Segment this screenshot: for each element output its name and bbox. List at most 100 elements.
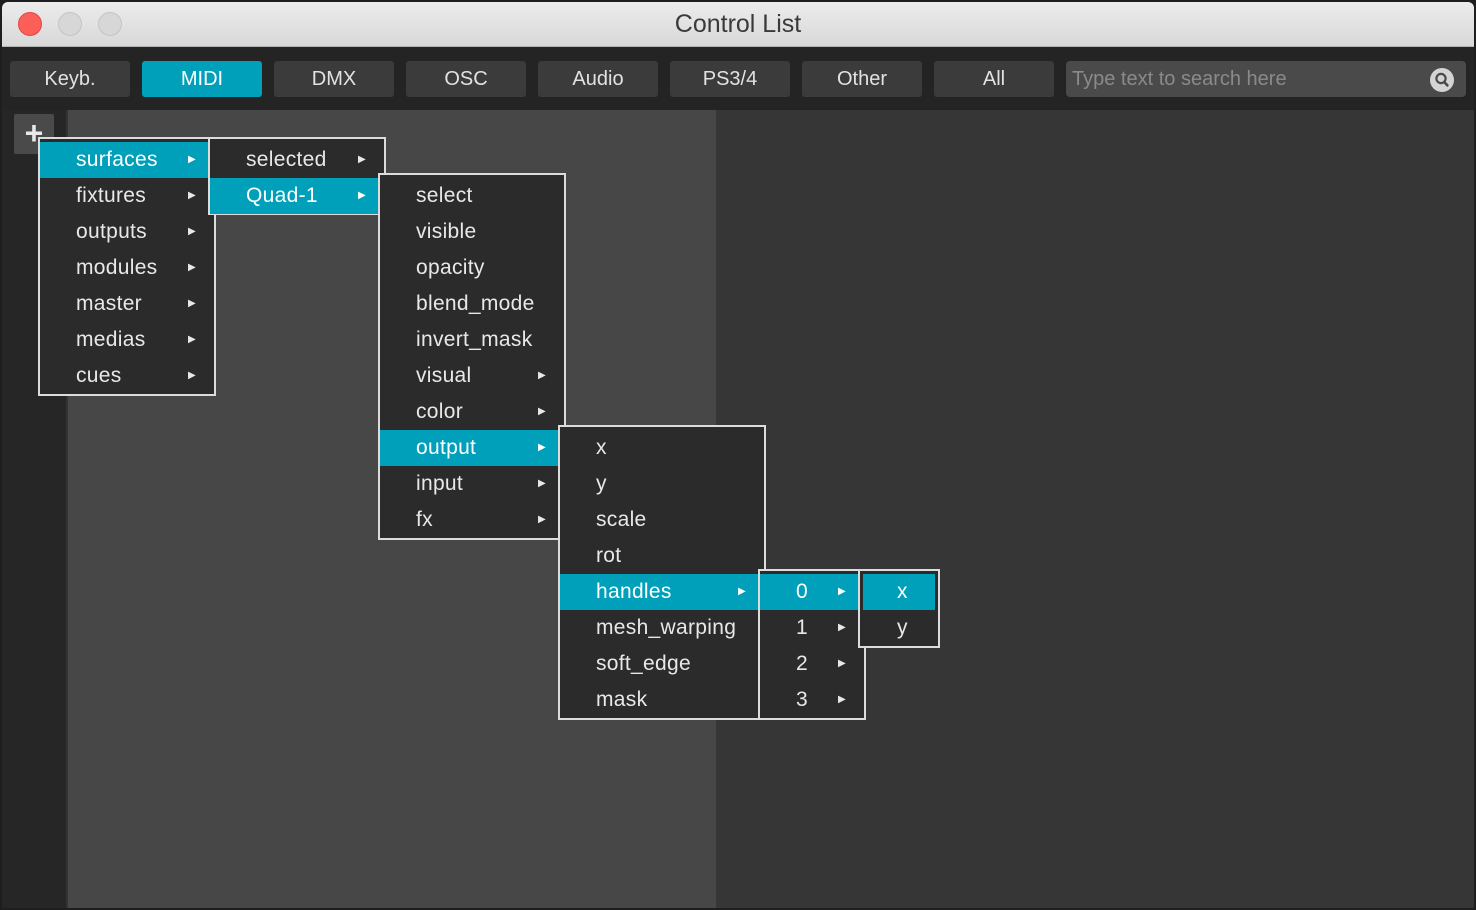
submenu-arrow-icon: ▶ xyxy=(538,514,546,525)
menu-item-select[interactable]: select xyxy=(380,178,564,214)
menu-item-label: 0 xyxy=(796,580,808,603)
menu-level-2: selected ▶ Quad-1 ▶ xyxy=(208,137,386,215)
tab-other[interactable]: Other xyxy=(802,61,922,97)
tab-keyboard[interactable]: Keyb. xyxy=(10,61,130,97)
submenu-arrow-icon: ▶ xyxy=(188,190,196,201)
menu-item-label: cues xyxy=(76,364,122,387)
submenu-arrow-icon: ▶ xyxy=(838,694,846,705)
menu-item-label: scale xyxy=(596,508,647,531)
menu-item-handle-0[interactable]: 0 ▶ xyxy=(760,574,864,610)
menu-item-cues[interactable]: cues ▶ xyxy=(40,358,214,394)
menu-item-selected[interactable]: selected ▶ xyxy=(210,142,384,178)
menu-item-y[interactable]: y xyxy=(560,466,764,502)
menu-item-label: x xyxy=(897,580,908,603)
menu-item-modules[interactable]: modules ▶ xyxy=(40,250,214,286)
submenu-arrow-icon: ▶ xyxy=(358,190,366,201)
submenu-arrow-icon: ▶ xyxy=(358,154,366,165)
menu-item-label: medias xyxy=(76,328,146,351)
submenu-arrow-icon: ▶ xyxy=(188,334,196,345)
menu-item-mesh-warping[interactable]: mesh_warping xyxy=(560,610,764,646)
submenu-arrow-icon: ▶ xyxy=(188,370,196,381)
menu-item-master[interactable]: master ▶ xyxy=(40,286,214,322)
menu-item-label: 3 xyxy=(796,688,808,711)
menu-item-input[interactable]: input ▶ xyxy=(380,466,564,502)
menu-item-label: mask xyxy=(596,688,648,711)
menu-item-label: color xyxy=(416,400,464,423)
tab-midi[interactable]: MIDI xyxy=(142,61,262,97)
menu-item-label: fx xyxy=(416,508,433,531)
menu-item-color[interactable]: color ▶ xyxy=(380,394,564,430)
menu-item-visual[interactable]: visual ▶ xyxy=(380,358,564,394)
title-bar: Control List xyxy=(2,2,1474,47)
filter-tab-bar: Keyb. MIDI DMX OSC Audio PS3/4 Other All xyxy=(2,47,1474,110)
tab-ps3-4[interactable]: PS3/4 xyxy=(670,61,790,97)
menu-item-label: mesh_warping xyxy=(596,616,737,639)
submenu-arrow-icon: ▶ xyxy=(188,262,196,273)
menu-item-label: modules xyxy=(76,256,158,279)
menu-item-label: blend_mode xyxy=(416,292,535,315)
menu-item-quad-1[interactable]: Quad-1 ▶ xyxy=(210,178,384,214)
menu-item-medias[interactable]: medias ▶ xyxy=(40,322,214,358)
menu-item-rot[interactable]: rot xyxy=(560,538,764,574)
menu-item-label: y xyxy=(596,472,607,495)
menu-item-label: y xyxy=(897,616,908,639)
menu-item-label: fixtures xyxy=(76,184,147,207)
menu-item-label: selected xyxy=(246,148,327,171)
search-input[interactable] xyxy=(1072,61,1422,97)
menu-item-handle-x[interactable]: x xyxy=(863,574,935,610)
menu-level-3: select visible opacity blend_mode invert… xyxy=(378,173,566,540)
menu-item-scale[interactable]: scale xyxy=(560,502,764,538)
menu-item-label: surfaces xyxy=(76,148,158,171)
menu-item-opacity[interactable]: opacity xyxy=(380,250,564,286)
menu-item-label: x xyxy=(596,436,607,459)
submenu-arrow-icon: ▶ xyxy=(738,586,746,597)
submenu-arrow-icon: ▶ xyxy=(838,658,846,669)
menu-item-label: opacity xyxy=(416,256,485,279)
menu-item-visible[interactable]: visible xyxy=(380,214,564,250)
submenu-arrow-icon: ▶ xyxy=(188,226,196,237)
menu-item-label: rot xyxy=(596,544,622,567)
menu-level-6: x y xyxy=(858,569,940,648)
search-icon[interactable] xyxy=(1430,68,1454,92)
menu-item-soft-edge[interactable]: soft_edge xyxy=(560,646,764,682)
menu-item-label: visual xyxy=(416,364,472,387)
tab-audio[interactable]: Audio xyxy=(538,61,658,97)
tab-osc[interactable]: OSC xyxy=(406,61,526,97)
menu-item-blend-mode[interactable]: blend_mode xyxy=(380,286,564,322)
menu-item-handles[interactable]: handles ▶ xyxy=(560,574,764,610)
menu-item-mask[interactable]: mask xyxy=(560,682,764,718)
menu-item-label: output xyxy=(416,436,477,459)
submenu-arrow-icon: ▶ xyxy=(538,370,546,381)
tab-all[interactable]: All xyxy=(934,61,1054,97)
submenu-arrow-icon: ▶ xyxy=(838,586,846,597)
menu-item-handle-3[interactable]: 3 ▶ xyxy=(760,682,864,718)
menu-item-handle-1[interactable]: 1 ▶ xyxy=(760,610,864,646)
tab-dmx[interactable]: DMX xyxy=(274,61,394,97)
menu-item-label: Quad-1 xyxy=(246,184,318,207)
window-title: Control List xyxy=(674,10,802,38)
search-box xyxy=(1066,61,1466,97)
menu-item-fixtures[interactable]: fixtures ▶ xyxy=(40,178,214,214)
menu-item-output[interactable]: output ▶ xyxy=(380,430,564,466)
menu-level-1: surfaces ▶ fixtures ▶ outputs ▶ modules ▶ ma… xyxy=(38,137,216,396)
menu-level-4: x y scale rot handles ▶ mesh_warping soft… xyxy=(558,425,766,720)
menu-item-label: master xyxy=(76,292,142,315)
menu-item-x[interactable]: x xyxy=(560,430,764,466)
menu-item-handle-2[interactable]: 2 ▶ xyxy=(760,646,864,682)
submenu-arrow-icon: ▶ xyxy=(188,154,196,165)
menu-item-label: handles xyxy=(596,580,672,603)
submenu-arrow-icon: ▶ xyxy=(538,442,546,453)
submenu-arrow-icon: ▶ xyxy=(838,622,846,633)
menu-item-surfaces[interactable]: surfaces ▶ xyxy=(40,142,214,178)
menu-item-label: visible xyxy=(416,220,477,243)
menu-item-handle-y[interactable]: y xyxy=(863,610,935,646)
menu-item-outputs[interactable]: outputs ▶ xyxy=(40,214,214,250)
menu-item-invert-mask[interactable]: invert_mask xyxy=(380,322,564,358)
menu-item-label: input xyxy=(416,472,464,495)
control-detail-panel xyxy=(716,110,1474,908)
submenu-arrow-icon: ▶ xyxy=(188,298,196,309)
menu-item-fx[interactable]: fx ▶ xyxy=(380,502,564,538)
menu-level-5: 0 ▶ 1 ▶ 2 ▶ 3 ▶ xyxy=(758,569,866,720)
menu-item-label: invert_mask xyxy=(416,328,533,351)
menu-item-label: select xyxy=(416,184,473,207)
